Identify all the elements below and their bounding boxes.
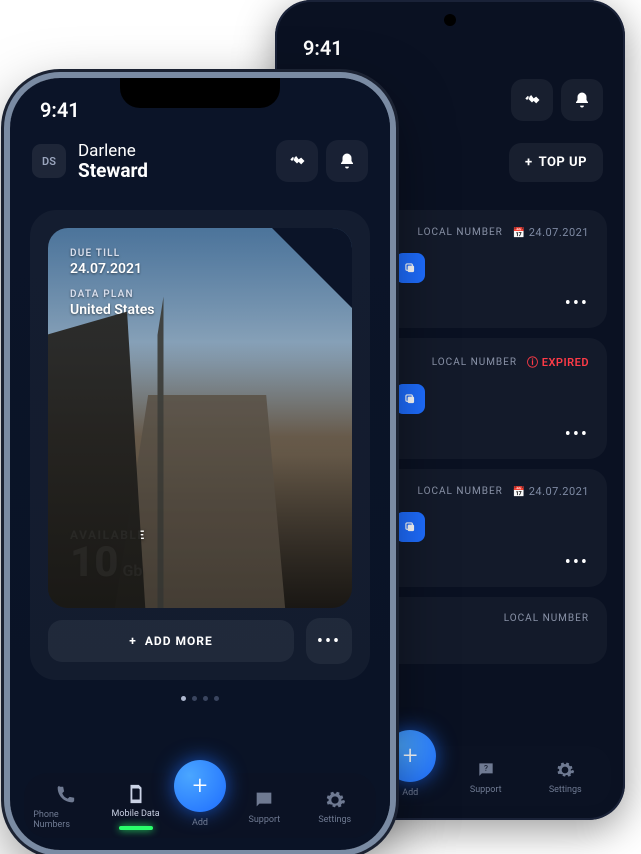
local-number-label: LOCAL NUMBER bbox=[418, 486, 503, 497]
copy-button[interactable] bbox=[395, 253, 425, 283]
svg-text:?: ? bbox=[484, 764, 488, 774]
gear-icon bbox=[555, 760, 575, 780]
avatar[interactable]: DS bbox=[32, 144, 66, 178]
support-icon bbox=[253, 789, 275, 811]
status-time: 9:41 bbox=[275, 0, 625, 60]
nav-label: Phone Numbers bbox=[33, 810, 97, 830]
nav-label: Support bbox=[470, 785, 502, 795]
sim-corner bbox=[272, 228, 352, 308]
due-till-label: DUE TILL bbox=[70, 248, 154, 259]
top-up-label: TOP UP bbox=[539, 155, 587, 170]
nav-label: Settings bbox=[549, 785, 582, 795]
sim-icon bbox=[125, 783, 147, 805]
user-first-name: Darlene bbox=[78, 141, 264, 161]
nav-label: Add bbox=[192, 818, 208, 828]
phone-front: 9:41 DS Darlene Steward DUE TILL 24.07.2… bbox=[10, 78, 390, 850]
copy-icon bbox=[403, 392, 417, 406]
plus-icon: + bbox=[403, 741, 418, 771]
due-till-date: 24.07.2021 bbox=[70, 261, 154, 277]
add-more-label: ADD MORE bbox=[145, 634, 213, 648]
nav-label: Support bbox=[248, 815, 280, 825]
more-button[interactable]: ••• bbox=[306, 618, 352, 664]
page-indicator bbox=[10, 696, 390, 701]
nav-settings[interactable]: Settings bbox=[303, 789, 367, 825]
data-plan-label: DATA PLAN bbox=[70, 289, 154, 300]
available-unit: Gb bbox=[122, 561, 142, 580]
data-plan-country: United States bbox=[70, 302, 154, 318]
available-value: 10 bbox=[70, 538, 118, 587]
page-dot bbox=[181, 696, 186, 701]
nav-support[interactable]: Support bbox=[232, 789, 296, 825]
top-up-button[interactable]: + TOP UP bbox=[509, 143, 603, 182]
copy-button[interactable] bbox=[395, 512, 425, 542]
handshake-icon bbox=[522, 90, 542, 110]
copy-button[interactable] bbox=[395, 384, 425, 414]
expired-badge: EXPIRED bbox=[527, 354, 589, 370]
nav-label: Mobile Data bbox=[112, 809, 160, 819]
nav-label: Add bbox=[402, 788, 418, 798]
handshake-button[interactable] bbox=[276, 140, 318, 182]
plus-icon: + bbox=[525, 155, 533, 170]
available-label: AVAILABLE bbox=[70, 528, 146, 542]
local-number-label: LOCAL NUMBER bbox=[432, 357, 517, 368]
notifications-button[interactable] bbox=[326, 140, 368, 182]
nav-mobile-data[interactable]: Mobile Data bbox=[104, 783, 168, 830]
header: DS Darlene Steward bbox=[10, 122, 390, 192]
plus-icon: + bbox=[193, 771, 208, 801]
active-indicator bbox=[119, 826, 153, 830]
user-last-name: Steward bbox=[78, 159, 264, 182]
copy-icon bbox=[403, 520, 417, 534]
local-number-label: LOCAL NUMBER bbox=[418, 227, 503, 238]
gear-icon bbox=[324, 789, 346, 811]
bell-icon bbox=[573, 91, 591, 109]
sim-card-visual[interactable]: DUE TILL 24.07.2021 DATA PLAN United Sta… bbox=[48, 228, 352, 608]
handshake-icon bbox=[287, 151, 307, 171]
nav-phone-numbers[interactable]: Phone Numbers bbox=[33, 784, 97, 830]
user-name: Darlene Steward bbox=[78, 141, 264, 182]
handshake-button[interactable] bbox=[511, 79, 553, 121]
notifications-button[interactable] bbox=[561, 79, 603, 121]
nav-add-button[interactable]: + bbox=[384, 730, 436, 782]
page-dot bbox=[192, 696, 197, 701]
nav-add-button[interactable]: + bbox=[174, 760, 226, 812]
support-icon: ? bbox=[476, 760, 496, 780]
due-date: 24.07.2021 bbox=[513, 485, 589, 498]
phone-icon bbox=[54, 784, 76, 806]
nav-label: Settings bbox=[318, 815, 351, 825]
local-number-label: LOCAL NUMBER bbox=[504, 613, 589, 624]
notch bbox=[120, 78, 280, 108]
copy-icon bbox=[403, 261, 417, 275]
bell-icon bbox=[338, 152, 356, 170]
page-dot bbox=[203, 696, 208, 701]
plus-icon: + bbox=[129, 634, 137, 648]
data-card: DUE TILL 24.07.2021 DATA PLAN United Sta… bbox=[30, 210, 370, 680]
bottom-nav: Phone Numbers Mobile Data + Add Support … bbox=[24, 773, 376, 838]
page-dot bbox=[214, 696, 219, 701]
due-date: 24.07.2021 bbox=[513, 226, 589, 239]
add-more-button[interactable]: + ADD MORE bbox=[48, 620, 294, 662]
camera-hole bbox=[444, 14, 456, 26]
nav-settings[interactable]: Settings bbox=[535, 759, 595, 795]
nav-support[interactable]: ? Support bbox=[456, 759, 516, 795]
